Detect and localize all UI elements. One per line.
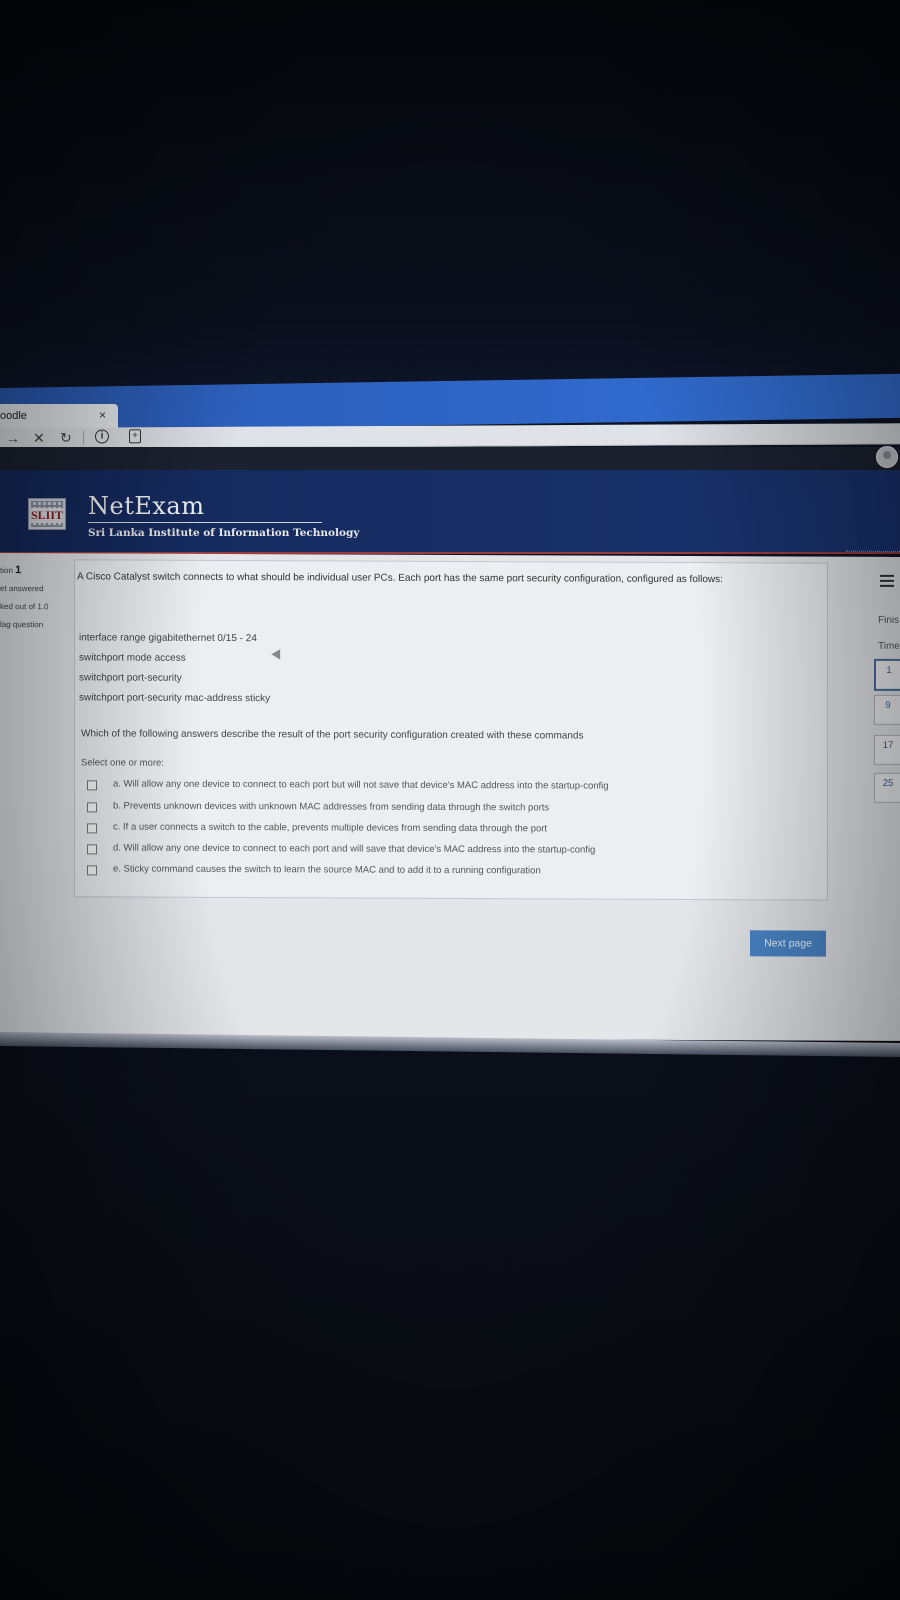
logo-text: SLIIT xyxy=(31,508,64,523)
user-avatar[interactable] xyxy=(876,446,898,468)
checkbox[interactable] xyxy=(87,865,97,876)
question-status: et answered xyxy=(0,584,44,594)
toolbar-divider xyxy=(83,430,84,445)
question-prompt: Which of the following answers describe … xyxy=(81,728,584,742)
browser-tab[interactable]: oodle × xyxy=(0,404,118,430)
checkbox[interactable] xyxy=(87,802,97,813)
site-header: SLIIT NetExam Sri Lanka Institute of Inf… xyxy=(0,470,900,554)
quiz-nav-page-25[interactable]: 25 xyxy=(874,772,900,803)
next-page-button[interactable]: Next page xyxy=(750,930,826,957)
tab-title: oodle xyxy=(0,410,27,422)
option-label: b. Prevents unknown devices with unknown… xyxy=(113,800,550,814)
menu-icon[interactable] xyxy=(880,574,894,587)
config-block: interface range gigabitethernet 0/15 - 2… xyxy=(79,628,270,709)
question-marks: ked out of 1.0 xyxy=(0,602,49,612)
option-label: d. Will allow any one device to connect … xyxy=(113,842,596,856)
question-text: A Cisco Catalyst switch connects to what… xyxy=(77,571,723,586)
option-label: a. Will allow any one device to connect … xyxy=(113,778,609,792)
finish-attempt-link[interactable]: Finis xyxy=(878,615,899,626)
checkbox[interactable] xyxy=(87,823,97,834)
question-number: 1 xyxy=(15,564,22,577)
mouse-cursor-icon xyxy=(271,649,285,663)
stop-icon[interactable]: ✕ xyxy=(33,430,45,446)
checkbox[interactable] xyxy=(87,780,97,791)
quiz-page: tion 1 et answered ked out of 1.0 lag qu… xyxy=(0,550,900,1041)
brand-title: NetExam xyxy=(88,492,205,520)
close-tab-icon[interactable]: × xyxy=(99,408,106,422)
option-label: c. If a user connects a switch to the ca… xyxy=(113,821,548,835)
config-line: switchport port-security mac-address sti… xyxy=(79,692,271,705)
quiz-nav-page-17[interactable]: 17 xyxy=(874,734,900,765)
reload-icon[interactable]: ↻ xyxy=(60,430,72,446)
config-line: interface range gigabitethernet 0/15 - 2… xyxy=(79,632,257,645)
institute-logo: SLIIT xyxy=(28,498,66,530)
quiz-nav-page-1[interactable]: 1 xyxy=(874,658,900,691)
time-left-label: Time xyxy=(878,640,900,652)
config-line: switchport port-security xyxy=(79,672,182,684)
extension-icon[interactable]: + xyxy=(129,429,141,444)
question-info: tion 1 et answered ked out of 1.0 lag qu… xyxy=(0,561,64,634)
select-label: Select one or more: xyxy=(81,757,164,769)
question-card: A Cisco Catalyst switch connects to what… xyxy=(74,559,828,901)
option-label: e. Sticky command causes the switch to l… xyxy=(113,863,541,877)
config-line: switchport mode access xyxy=(79,652,186,664)
checkbox[interactable] xyxy=(87,844,97,855)
quiz-nav-page-9[interactable]: 9 xyxy=(874,694,900,725)
forward-icon[interactable]: → xyxy=(6,430,20,446)
flag-question-link[interactable]: lag question xyxy=(0,616,64,634)
site-info-icon[interactable]: i xyxy=(95,429,109,444)
brand-subtitle: Sri Lanka Institute of Information Techn… xyxy=(88,527,360,539)
browser-toolbar: → ✕ ↻ i + xyxy=(0,423,900,449)
question-prefix: tion xyxy=(0,566,13,576)
brand-divider xyxy=(88,522,322,523)
